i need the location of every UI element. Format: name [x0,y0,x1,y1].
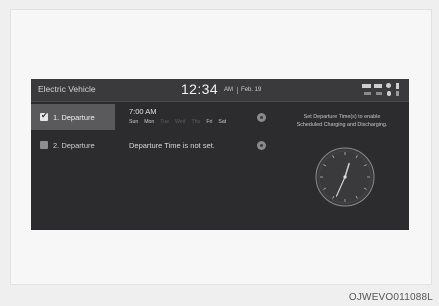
infotainment-screen: Electric Vehicle 12:34 AM Feb. 19 ✔ 1. D… [31,79,409,230]
day-fri: Fri [206,119,213,125]
display-icon [374,84,382,88]
day-wed: Wed [174,119,186,125]
departure-1-settings-icon[interactable] [257,113,266,122]
connection-icon [386,83,391,88]
status-bar: Electric Vehicle 12:34 AM Feb. 19 [31,79,409,102]
analog-clock-icon [315,147,375,207]
battery-icon [362,84,371,88]
departure-1-days: Sun Mon Tue Wed Thu Fri Sat [129,119,231,125]
clock-date: Feb. 19 [241,87,262,93]
signal-icon [364,92,371,95]
mic-icon [396,91,399,96]
departure-2-status: Departure Time is not set. [129,141,215,150]
clock-date-divider [237,87,238,94]
figure-code: OJWEVO011088L [348,292,433,303]
user-profile-icon [387,91,391,96]
departure-2-label: 2. Departure [53,141,95,150]
clock-ampm: AM [224,87,233,93]
phone-icon [396,83,399,89]
screen-title: Electric Vehicle [38,84,96,94]
day-tue: Tue [160,119,169,125]
day-sat: Sat [218,119,227,125]
day-thu: Thu [191,119,201,125]
day-mon: Mon [144,119,155,125]
departure-2-checkbox[interactable] [40,141,48,149]
departure-row-2[interactable]: 2. Departure Departure Time is not set. [31,132,268,158]
wifi-icon [376,92,382,95]
departure-info-text: Set Departure Time(s) to enable Schedule… [283,113,401,129]
departure-2-settings-icon[interactable] [257,141,266,150]
day-sun: Sun [129,119,139,125]
status-icons [362,82,404,98]
info-line-1: Set Departure Time(s) to enable [303,114,381,120]
checkmark-icon: ✔ [41,111,48,120]
digital-clock: 12:34 [181,81,219,97]
departure-1-label: 1. Departure [53,113,95,122]
departure-1-checkbox[interactable]: ✔ [40,111,48,121]
departure-1-time: 7:00 AM [129,107,157,116]
info-line-2: Scheduled Charging and Discharging. [296,122,388,128]
departure-row-1[interactable]: ✔ 1. Departure 7:00 AM Sun Mon Tue Wed T… [31,104,268,130]
